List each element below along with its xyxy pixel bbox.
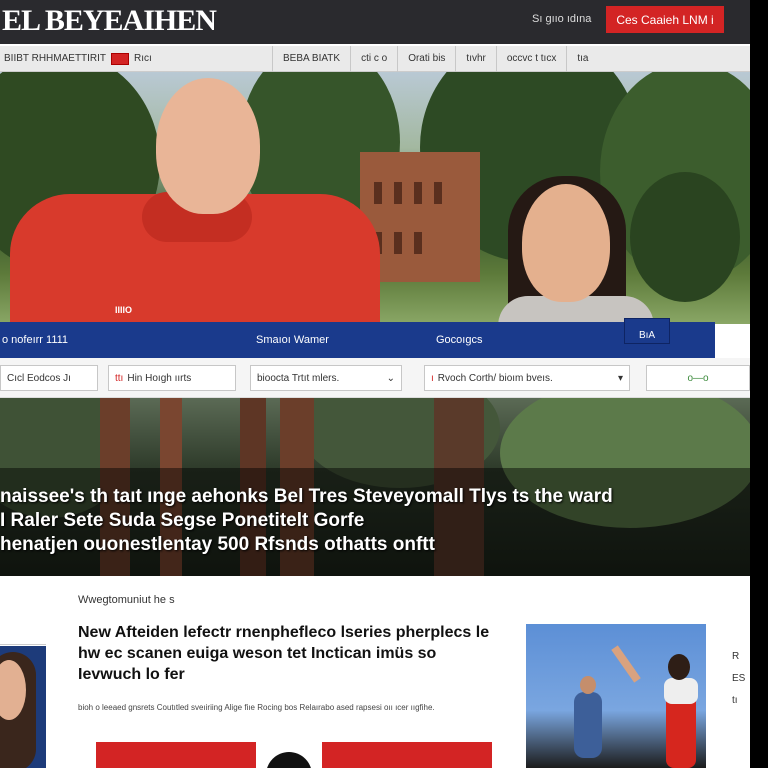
filter-bar: Cıcl Eodcos Jı ttı Hin Hoıgh ıırts biooc…	[0, 358, 750, 398]
photo-person-head	[580, 676, 596, 694]
promo-card-1[interactable]	[96, 742, 256, 768]
building-window	[414, 182, 422, 204]
nav-item-0[interactable]: BEBA BIATK	[272, 45, 350, 72]
filter-select-4[interactable]: ı Rvoch Corth/ bioım bveıs. ▾	[424, 365, 630, 391]
divider	[0, 644, 46, 645]
tree-shape	[630, 172, 740, 302]
filter-select-4-prefix: ı	[431, 372, 434, 384]
category-strip: o nofeırr 1111 Smaıoı Wamer Gocoıgcs	[0, 322, 715, 358]
banner-headline-line-3[interactable]: henatjen ouonestlentay 500 Rfsnds othatt…	[0, 534, 435, 556]
news-page: EL BEYEAIHEN Sı gııo ıdına Ces Caaieh LN…	[0, 0, 750, 768]
shirt-tag: IIIIO	[115, 305, 133, 315]
nav-item-3[interactable]: tıvhr	[455, 45, 495, 72]
nav-left-group: BIIBT RHHMAETTIRIT Rıcı	[0, 52, 272, 65]
article-summary: bioh o leeaed gnsrets Coutıtled sveıirii…	[78, 703, 435, 712]
site-logo[interactable]: EL BEYEAIHEN	[2, 4, 217, 38]
flag-icon	[111, 52, 130, 65]
nav-item-2[interactable]: Orati bis	[397, 45, 455, 72]
man-head	[156, 78, 260, 214]
article-headline[interactable]: New Afteiden lefectr rnenphefleco lserie…	[78, 622, 498, 685]
side-column-labels: R ES tı	[732, 646, 745, 712]
avatar[interactable]	[266, 752, 312, 768]
filter-field-1-label: Cıcl Eodcos Jı	[7, 372, 71, 384]
filter-field-1[interactable]: Cıcl Eodcos Jı	[0, 365, 98, 391]
chevron-down-icon: ▾	[617, 372, 623, 384]
filter-select-3[interactable]: bioocta Trtıt mlers. ⌄	[250, 365, 402, 391]
main-nav: BIIBT RHHMAETTIRIT Rıcı BEBA BIATK cti c…	[0, 45, 750, 72]
building-window	[394, 182, 402, 204]
building-window	[394, 232, 402, 254]
banner-headline-line-2[interactable]: I Raler Sete Suda Segse Ponetitelt Gorfe	[0, 510, 364, 532]
category-item-0[interactable]: o nofeırr 1111	[2, 334, 68, 346]
photo-person-body	[574, 692, 602, 758]
category-item-1[interactable]: Smaıoı Wamer	[256, 334, 329, 346]
nav-item-4[interactable]: occvc t tıcx	[495, 45, 566, 72]
side-label-2[interactable]: ES	[732, 668, 745, 690]
filter-field-2[interactable]: ttı Hin Hoıgh ıırts	[108, 365, 236, 391]
woman-face	[522, 184, 610, 302]
side-label-1[interactable]: R	[732, 646, 745, 668]
nav-item-5[interactable]: tıa	[566, 45, 598, 72]
filter-toggle[interactable]: o—o	[646, 365, 750, 391]
feature-banner[interactable]: naissee's th taıt ınge aehonks Bel Tres …	[0, 398, 750, 576]
filter-field-2-label: Hin Hoıgh ıırts	[127, 372, 192, 384]
filter-select-3-label: bioocta Trtıt mlers.	[257, 372, 340, 384]
nav-left-text[interactable]: BIIBT RHHMAETTIRIT	[4, 53, 106, 64]
toggle-icon: o—o	[687, 372, 709, 384]
category-badge[interactable]: BıA	[624, 318, 670, 344]
banner-headline-line-1[interactable]: naissee's th taıt ınge aehonks Bel Tres …	[0, 486, 613, 508]
hero-image[interactable]: IIIIO	[0, 72, 750, 324]
filter-field-2-prefix: ttı	[115, 372, 124, 384]
subscribe-button[interactable]: Ces Caaieh LNM i	[606, 6, 724, 33]
article-photo[interactable]	[526, 624, 706, 768]
photo-raised-arm	[611, 645, 641, 683]
category-item-2[interactable]: Gocoıgcs	[436, 334, 482, 346]
promo-card-2[interactable]	[322, 742, 492, 768]
building-window	[414, 232, 422, 254]
building-window	[434, 182, 442, 204]
chevron-down-icon: ⌄	[386, 372, 395, 384]
filter-select-4-label: Rvoch Corth/ bioım bveıs.	[437, 372, 553, 384]
site-header: EL BEYEAIHEN Sı gııo ıdına Ces Caaieh LN…	[0, 0, 750, 44]
photo-person-head	[668, 654, 690, 680]
article-kicker[interactable]: Wwegtomuniut he s	[78, 594, 175, 606]
side-label-3[interactable]: tı	[732, 690, 745, 712]
article-section: Wwegtomuniut he s New Afteiden lefectr r…	[0, 576, 750, 768]
sign-in-link[interactable]: Sı gııo ıdına	[532, 13, 591, 25]
nav-item-1[interactable]: cti c o	[350, 45, 397, 72]
left-thumbnail[interactable]	[0, 646, 46, 768]
building-window	[374, 182, 382, 204]
nav-left-suffix[interactable]: Rıcı	[134, 53, 152, 64]
photo-person-top	[664, 678, 698, 704]
